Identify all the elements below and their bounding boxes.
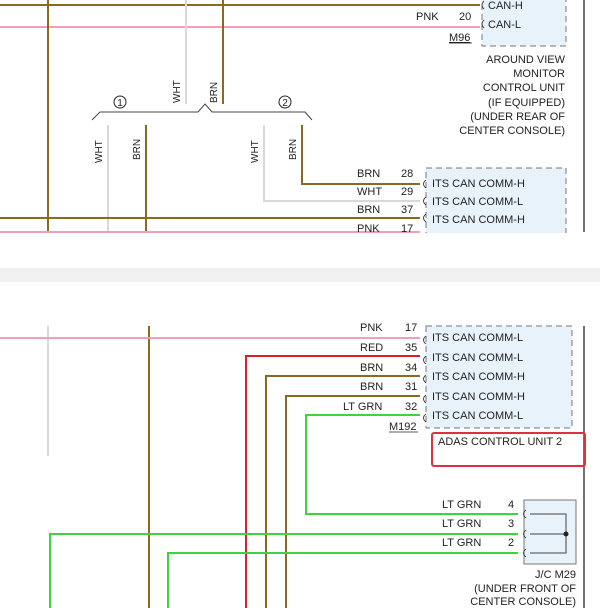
svg-text:35: 35 xyxy=(405,342,417,354)
pin-20: 20 xyxy=(459,11,471,23)
svg-text:LT GRN: LT GRN xyxy=(343,401,382,413)
svg-text:BRN: BRN xyxy=(360,381,383,393)
svg-text:ITS CAN COMM-L: ITS CAN COMM-L xyxy=(432,196,523,208)
avm-signal-can-h: CAN-H xyxy=(488,0,523,12)
svg-text:CENTER CONSOLE): CENTER CONSOLE) xyxy=(459,125,565,137)
svg-text:ITS CAN COMM-L: ITS CAN COMM-L xyxy=(432,332,523,344)
joint-node-icon xyxy=(563,531,569,537)
svg-text:WHT: WHT xyxy=(357,186,382,198)
jc-caption: J/C M29 (UNDER FRONT OF CENTER CONSOLE) xyxy=(470,569,576,608)
svg-text:2: 2 xyxy=(508,537,514,549)
svg-text:(IF EQUIPPED): (IF EQUIPPED) xyxy=(488,97,565,109)
vert-label-wht-2: WHT xyxy=(250,140,261,163)
vert-label-brn-1: BRN xyxy=(132,139,143,160)
top-panel: CAN-H CAN-L PNK 20 M96 AROUND VIEW MONIT… xyxy=(0,0,585,239)
svg-text:3: 3 xyxy=(508,518,514,530)
vert-label-wht-top: WHT xyxy=(172,80,183,103)
svg-text:ITS CAN COMM-L: ITS CAN COMM-L xyxy=(432,352,523,364)
svg-text:17: 17 xyxy=(405,322,417,334)
svg-text:28: 28 xyxy=(401,168,413,180)
svg-text:ITS CAN COMM-L: ITS CAN COMM-L xyxy=(432,410,523,422)
panel-separator xyxy=(0,268,600,282)
svg-text:32: 32 xyxy=(405,401,417,413)
svg-text:37: 37 xyxy=(401,204,413,216)
svg-text:ITS CAN COMM-H: ITS CAN COMM-H xyxy=(432,214,525,226)
vert-label-brn-top: BRN xyxy=(209,82,220,103)
wire-red-pin-35 xyxy=(245,355,420,608)
svg-text:AROUND VIEW: AROUND VIEW xyxy=(486,54,565,66)
svg-text:1: 1 xyxy=(117,98,123,109)
svg-text:4: 4 xyxy=(508,499,514,511)
splice-bracket xyxy=(91,103,313,121)
svg-text:LT GRN: LT GRN xyxy=(442,499,481,511)
svg-text:29: 29 xyxy=(401,186,413,198)
connector-m96: M96 xyxy=(449,32,470,44)
svg-text:CONTROL UNIT: CONTROL UNIT xyxy=(483,82,565,94)
svg-text:J/C M29: J/C M29 xyxy=(535,569,576,581)
svg-text:31: 31 xyxy=(405,381,417,393)
svg-text:MONITOR: MONITOR xyxy=(513,68,565,80)
svg-text:LT GRN: LT GRN xyxy=(442,518,481,530)
svg-text:BRN: BRN xyxy=(357,204,380,216)
vert-label-wht-1: WHT xyxy=(94,140,105,163)
svg-text:BRN: BRN xyxy=(360,362,383,374)
avm-unit-caption: AROUND VIEW MONITOR CONTROL UNIT (IF EQU… xyxy=(459,54,565,137)
svg-text:ITS CAN COMM-H: ITS CAN COMM-H xyxy=(432,371,525,383)
wiring-diagram: CAN-H CAN-L PNK 20 M96 AROUND VIEW MONIT… xyxy=(0,0,600,608)
vert-label-brn-2: BRN xyxy=(288,139,299,160)
adas-control-unit-label: ADAS CONTROL UNIT 2 xyxy=(438,436,562,448)
svg-text:LT GRN: LT GRN xyxy=(442,537,481,549)
svg-text:ITS CAN COMM-H: ITS CAN COMM-H xyxy=(432,178,525,190)
wire-ltgrn-jc-2 xyxy=(167,552,518,608)
svg-text:RED: RED xyxy=(360,342,383,354)
connector-m192: M192 xyxy=(389,421,417,433)
avm-signal-can-l: CAN-L xyxy=(488,19,521,31)
bottom-panel: PNK 17 ITS CAN COMM-L RED 35 ITS CAN COM… xyxy=(0,322,586,608)
svg-text:PNK: PNK xyxy=(360,322,383,334)
svg-text:(UNDER FRONT OF: (UNDER FRONT OF xyxy=(474,583,576,595)
wire-wht-branch-2 xyxy=(263,125,420,202)
svg-text:ITS CAN COMM-H: ITS CAN COMM-H xyxy=(432,391,525,403)
svg-text:BRN: BRN xyxy=(357,168,380,180)
svg-text:2: 2 xyxy=(282,98,288,109)
svg-text:34: 34 xyxy=(405,362,417,374)
jc-rows: LT GRN 4 LT GRN 3 LT GRN 2 xyxy=(442,499,514,549)
joint-connector-m29-box xyxy=(523,499,577,565)
wire-label-pnk: PNK xyxy=(416,11,439,23)
svg-text:(UNDER REAR OF: (UNDER REAR OF xyxy=(470,111,565,123)
svg-text:CENTER CONSOLE): CENTER CONSOLE) xyxy=(470,596,576,608)
